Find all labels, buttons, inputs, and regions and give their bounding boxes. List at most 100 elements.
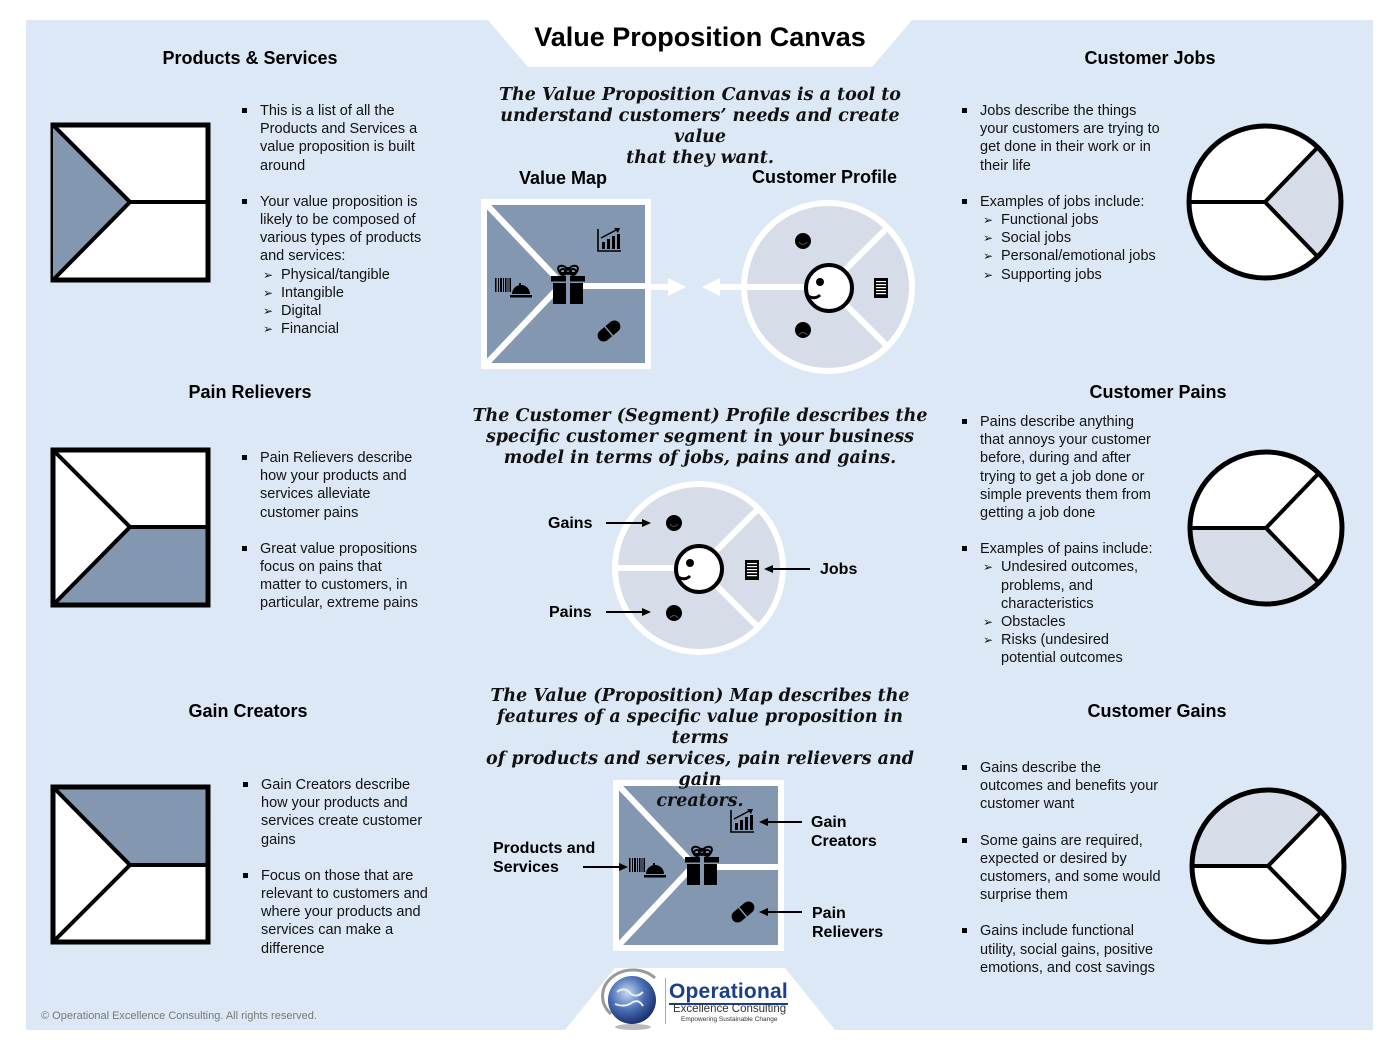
bullet-line: simple prevents them from <box>980 486 1151 503</box>
pain-relievers-label: Pain Relievers <box>812 904 883 942</box>
fit-arrows <box>651 278 742 296</box>
description-line: The Value (Proposition) Map describes th… <box>490 686 910 706</box>
bullet-line: utility, social gains, positive <box>980 941 1154 958</box>
bullet-line: likely to be composed of <box>260 212 416 229</box>
gain-creators-label: Gain Creators <box>811 813 877 851</box>
bullet-line: Focus on those that are <box>261 867 414 884</box>
bullet-line: relevant to customers and <box>261 886 428 903</box>
description-line: specific customer segment in your busine… <box>485 427 915 447</box>
logo-divider <box>665 978 666 1024</box>
bullet-item: Jobs describe the things your customers … <box>960 102 1180 175</box>
bullet-line: around <box>260 157 306 174</box>
bullet-line: gains <box>261 831 296 848</box>
logo-tagline: Empowering Sustainable Change <box>681 1016 778 1023</box>
arrow-left-icon <box>702 278 720 296</box>
sub-item: Physical/tangible <box>260 266 450 284</box>
sub-item: Personal/emotional jobs <box>980 247 1180 265</box>
bullet-item: Some gains are required, expected or des… <box>960 832 1180 905</box>
bullet-item: Gains describe the outcomes and benefits… <box>960 759 1180 814</box>
bullet-line: Products and Services a <box>260 121 418 138</box>
sub-item: Financial <box>260 320 450 338</box>
products-services-thumbnail <box>50 122 211 283</box>
customer-pains-bullets: Pains describe anything that annoys your… <box>960 413 1180 668</box>
bullet-line: Jobs describe the things <box>980 103 1137 119</box>
bullet-line: Gains include functional <box>980 923 1134 940</box>
bullet-line: value proposition is built <box>260 139 415 156</box>
bullet-line: services alleviate <box>260 486 371 503</box>
text-line: characteristics <box>1001 595 1094 612</box>
sub-item: Digital <box>260 302 450 320</box>
sub-item: Undesired outcomes,problems, andcharacte… <box>980 558 1180 613</box>
bullet-item: Examples of pains include: Undesired out… <box>960 540 1180 667</box>
customer-jobs-title: Customer Jobs <box>1084 48 1216 68</box>
text-line: Risks (undesired <box>1001 632 1109 649</box>
overview-diagram <box>50 122 1347 951</box>
bullet-line: Gains describe the <box>980 760 1101 776</box>
bullet-line: where your products and <box>261 904 421 921</box>
sub-item: Risks (undesiredpotential outcomes <box>980 631 1180 667</box>
description-line: of products and services, pain relievers… <box>486 749 914 790</box>
text-line: Obstacles <box>1001 614 1066 631</box>
bullet-line: that annoys your customer <box>980 432 1151 449</box>
text-line: Products and <box>493 840 596 857</box>
bullet-line: customer want <box>980 796 1075 813</box>
customer-gains-thumbnail <box>1189 787 1347 945</box>
bullet-line: getting a job done <box>980 505 1096 522</box>
bullet-item: Great value propositions focus on pains … <box>240 540 450 613</box>
sub-item: Supporting jobs <box>980 266 1180 284</box>
customer-profile-circle <box>741 200 915 374</box>
gains-label: Gains <box>548 515 593 532</box>
jobs-label: Jobs <box>820 561 858 578</box>
happy-face-icon <box>794 232 812 250</box>
bullet-item: Your value proposition is likely to be c… <box>240 193 450 339</box>
company-logo: Operational Excellence Consulting Empowe… <box>601 968 803 1032</box>
bullet-line: before, during and after <box>980 450 1131 467</box>
bullet-line: expected or desired by <box>980 850 1127 867</box>
products-services-bullets: This is a list of all the Products and S… <box>240 102 450 339</box>
text-line: Creators <box>811 833 877 850</box>
bullet-line: various types of products <box>260 230 422 247</box>
customer-face-icon <box>674 544 724 594</box>
bullet-item: This is a list of all the Products and S… <box>240 102 450 175</box>
jobs-document-icon <box>745 560 759 580</box>
sub-item: Social jobs <box>980 229 1180 247</box>
customer-jobs-thumbnail <box>1186 123 1344 281</box>
gain-creators-thumbnail <box>50 784 211 945</box>
gain-creators-title: Gain Creators <box>188 701 308 721</box>
bullet-line: their life <box>980 157 1031 174</box>
description-line: The Customer (Segment) Profile describes… <box>472 406 928 426</box>
copyright-text: © Operational Excellence Consulting. All… <box>41 1010 317 1022</box>
text-line: Undesired outcomes, <box>1001 559 1139 576</box>
bullet-line: Great value propositions <box>260 540 418 557</box>
bullet-line: trying to get a job done or <box>980 468 1145 485</box>
bullet-item: Pain Relievers describe how your product… <box>240 449 450 522</box>
bullet-line: get done in their work or in <box>980 139 1151 156</box>
bullet-line: Pains describe anything <box>980 414 1134 430</box>
text-line: potential outcomes <box>1001 650 1123 667</box>
text-line: Gain <box>811 814 847 831</box>
customer-jobs-bullets: Jobs describe the things your customers … <box>960 102 1180 284</box>
bullet-line: services can make a <box>261 922 394 939</box>
text-line: Relievers <box>812 924 884 941</box>
profile-description: The Customer (Segment) Profile describes… <box>470 406 930 469</box>
gain-creators-bullets: Gain Creators describe how your products… <box>241 776 456 958</box>
pains-label: Pains <box>549 604 592 621</box>
bullet-line: difference <box>261 940 325 957</box>
products-services-title: Products & Services <box>162 48 338 68</box>
customer-pains-title: Customer Pains <box>1089 382 1227 402</box>
bullet-line: your customers are trying to <box>980 121 1160 138</box>
globe-icon <box>601 968 657 1030</box>
bullet-line: Examples of pains include: <box>980 541 1153 558</box>
sub-item: Obstacles <box>980 613 1180 631</box>
bullet-item: Focus on those that are relevant to cust… <box>241 867 456 958</box>
bullet-item: Examples of jobs include: Functional job… <box>960 193 1180 284</box>
profile-detail-circle <box>612 481 786 655</box>
bullet-line: Examples of jobs include: <box>980 193 1145 210</box>
description-line: model in terms of jobs, pains and gains. <box>503 448 897 468</box>
bullet-line: services create customer <box>261 813 423 830</box>
bullet-item: Pains describe anything that annoys your… <box>960 413 1180 522</box>
bullet-line: Pain Relievers describe <box>260 450 413 466</box>
bullet-line: outcomes and benefits your <box>980 778 1159 795</box>
bullet-line: surprise them <box>980 887 1068 904</box>
products-services-label: Products and Services <box>493 839 595 877</box>
